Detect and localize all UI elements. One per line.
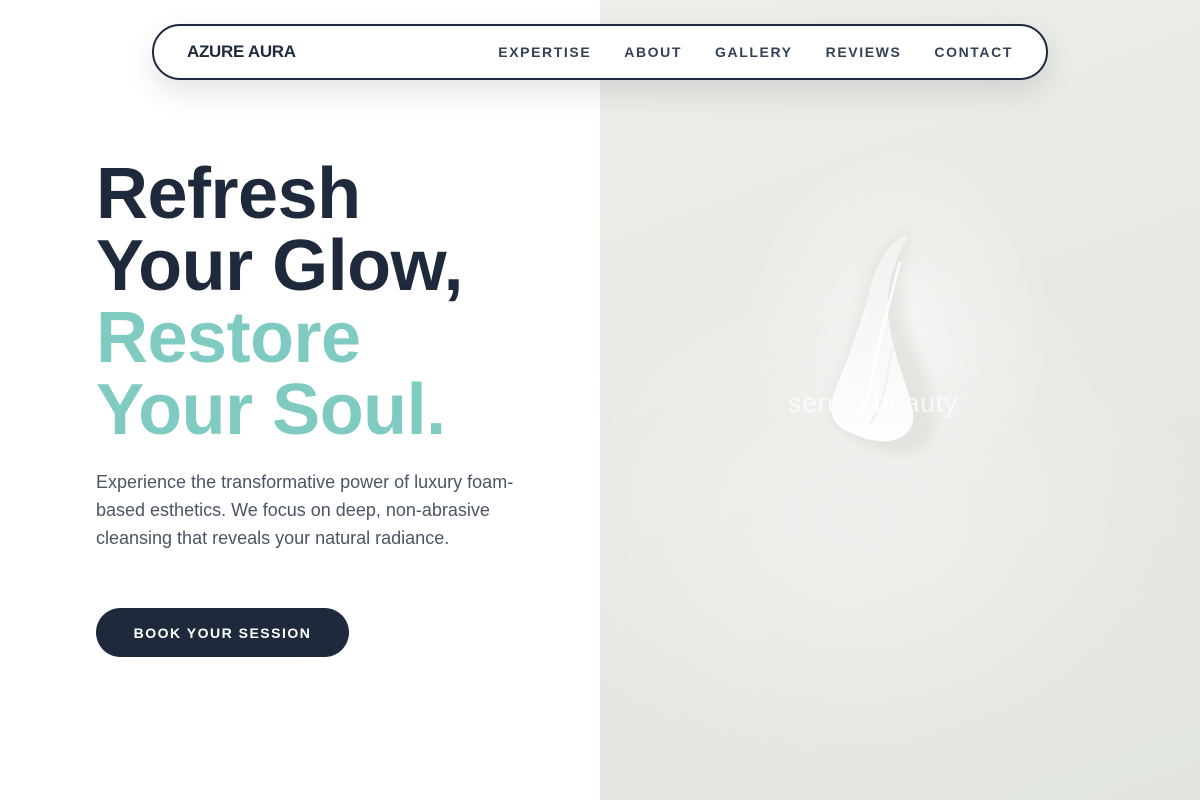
hero-image: serum beauty bbox=[600, 0, 1200, 800]
top-navigation-bar: AZURE AURA EXPERTISE ABOUT GALLERY REVIE… bbox=[152, 24, 1048, 80]
headline-line-2: Your Glow, bbox=[96, 226, 464, 306]
book-session-button[interactable]: BOOK YOUR SESSION bbox=[96, 608, 349, 657]
nav-link-reviews[interactable]: REVIEWS bbox=[826, 44, 902, 60]
hero-description: Experience the transformative power of l… bbox=[96, 472, 514, 548]
landing-page: serum beauty AZURE AURA EXPERTISE ABOUT … bbox=[0, 0, 1200, 800]
nav-link-about[interactable]: ABOUT bbox=[624, 44, 682, 60]
brand-logo[interactable]: AZURE AURA bbox=[187, 42, 296, 62]
headline-line-4: Your Soul. bbox=[96, 370, 446, 450]
headline-line-1: Refresh bbox=[96, 154, 361, 234]
image-watermark: serum beauty bbox=[788, 388, 958, 418]
nav-link-expertise[interactable]: EXPERTISE bbox=[498, 44, 591, 60]
hero-headline: Refresh Your Glow, Restore Your Soul. bbox=[96, 154, 464, 450]
nav-link-contact[interactable]: CONTACT bbox=[934, 44, 1013, 60]
nav-links: EXPERTISE ABOUT GALLERY REVIEWS CONTACT bbox=[498, 44, 1013, 60]
nav-link-gallery[interactable]: GALLERY bbox=[715, 44, 793, 60]
headline-line-3: Restore bbox=[96, 298, 361, 378]
